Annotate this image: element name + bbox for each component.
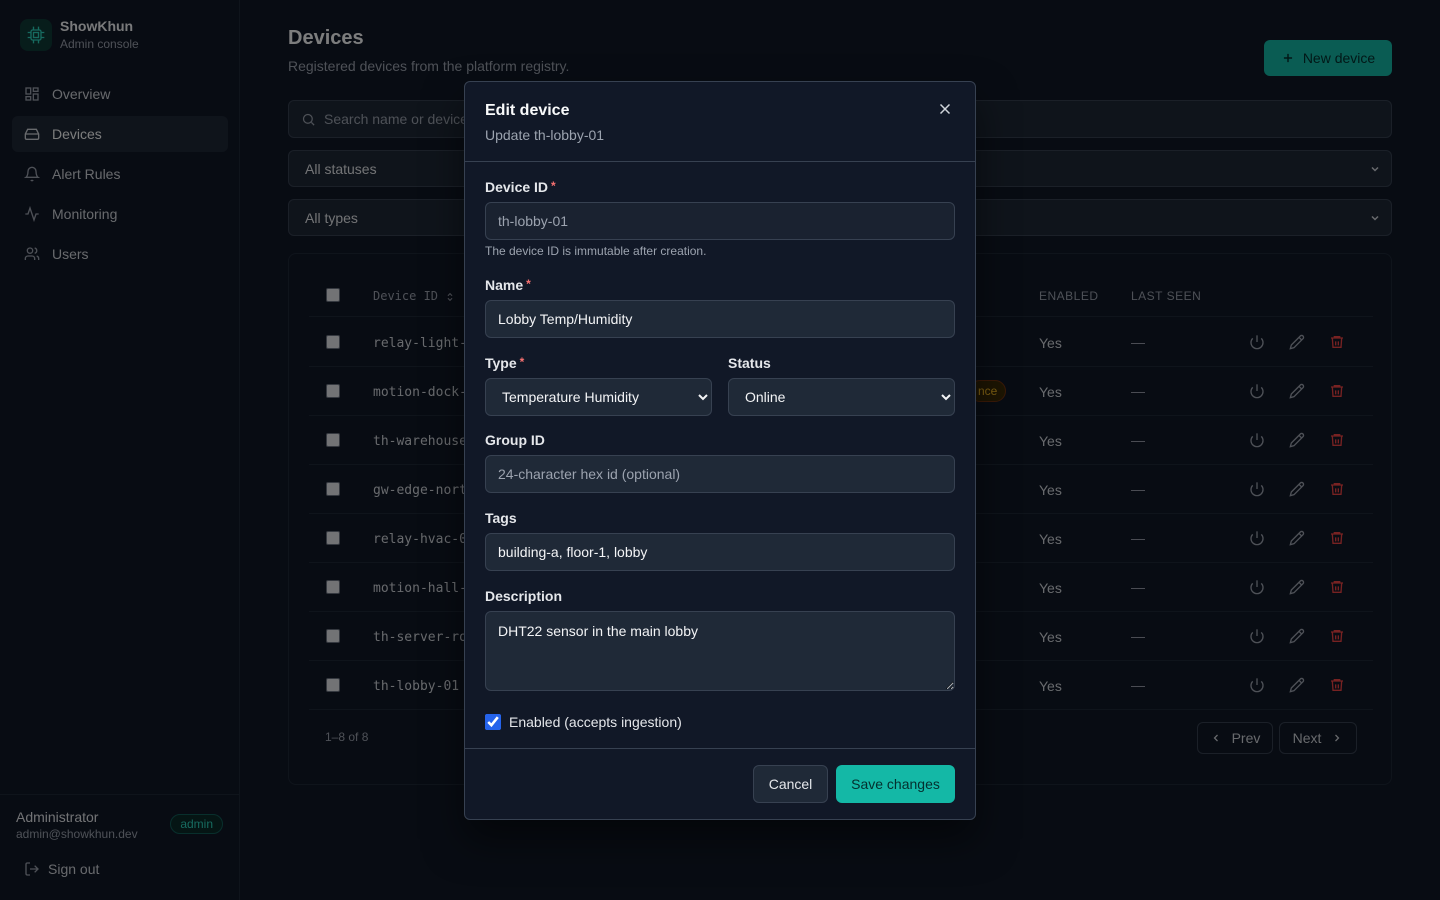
modal-footer: Cancel Save changes bbox=[465, 748, 975, 820]
cancel-button[interactable]: Cancel bbox=[753, 765, 828, 803]
modal-header: Edit device Update th-lobby-01 bbox=[465, 82, 975, 162]
tags-label: Tags bbox=[485, 510, 517, 526]
device-id-field[interactable] bbox=[485, 202, 955, 240]
device-id-label: Device ID * bbox=[485, 179, 556, 195]
close-icon[interactable] bbox=[936, 100, 954, 118]
tags-field[interactable] bbox=[485, 533, 955, 571]
type-select[interactable]: Temperature Humidity bbox=[485, 378, 712, 416]
enabled-toggle[interactable]: Enabled (accepts ingestion) bbox=[485, 714, 682, 730]
device-id-hint: The device ID is immutable after creatio… bbox=[485, 244, 707, 258]
name-label: Name * bbox=[485, 277, 531, 293]
group-id-field[interactable] bbox=[485, 455, 955, 493]
enabled-checkbox[interactable] bbox=[485, 714, 501, 730]
status-label: Status bbox=[728, 355, 771, 371]
edit-device-modal: Edit device Update th-lobby-01 Device ID… bbox=[464, 81, 976, 820]
type-label: Type * bbox=[485, 355, 525, 371]
modal-title: Edit device bbox=[485, 102, 570, 119]
status-select[interactable]: Online bbox=[728, 378, 955, 416]
group-id-label: Group ID bbox=[485, 432, 545, 448]
enabled-label: Enabled (accepts ingestion) bbox=[509, 714, 682, 730]
modal-subtitle: Update th-lobby-01 bbox=[485, 127, 605, 143]
description-field[interactable]: DHT22 sensor in the main lobby bbox=[485, 611, 955, 691]
save-changes-button[interactable]: Save changes bbox=[836, 765, 955, 803]
description-label: Description bbox=[485, 588, 563, 604]
name-field[interactable] bbox=[485, 300, 955, 338]
